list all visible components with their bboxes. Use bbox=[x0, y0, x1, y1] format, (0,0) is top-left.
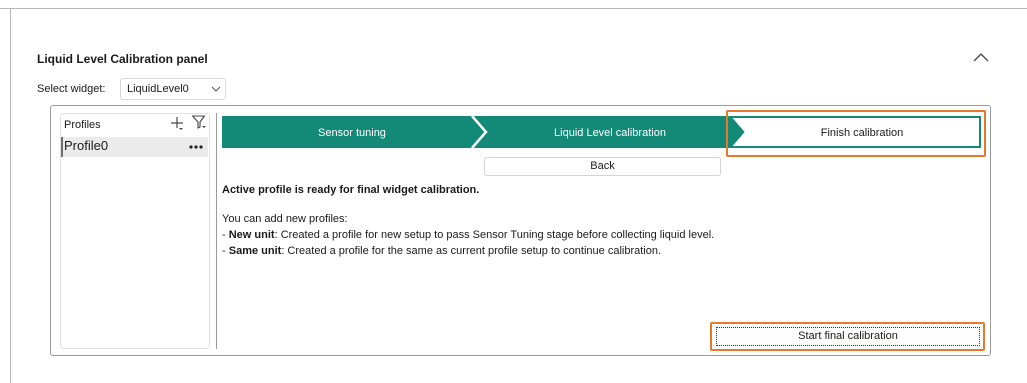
back-button[interactable]: Back bbox=[484, 157, 721, 176]
widget-select-value: LiquidLevel0 bbox=[127, 83, 189, 95]
filter-icon[interactable] bbox=[191, 114, 207, 130]
pane-divider bbox=[216, 113, 217, 349]
profile-list-item[interactable]: Profile0 bbox=[61, 137, 208, 157]
item-prefix: - bbox=[222, 245, 229, 257]
step-label-finish-calibration: Finish calibration bbox=[821, 127, 904, 139]
item-prefix: - bbox=[222, 229, 229, 241]
start-final-calibration-button[interactable]: Start final calibration bbox=[716, 327, 980, 346]
add-profile-icon[interactable] bbox=[169, 115, 185, 131]
window-frame-left bbox=[10, 8, 11, 383]
calibration-stepper: Sensor tuning Liquid Level calibration F… bbox=[222, 116, 981, 148]
status-item-new-unit: - New unit: Created a profile for new se… bbox=[222, 229, 714, 241]
item-term: Same unit bbox=[228, 245, 282, 257]
widget-select[interactable]: LiquidLevel0 bbox=[120, 78, 226, 100]
profiles-title: Profiles bbox=[64, 119, 101, 131]
chevron-down-icon bbox=[211, 86, 221, 92]
selected-marker bbox=[61, 137, 63, 157]
chevron-up-icon bbox=[973, 53, 989, 62]
item-text: : Created a profile for new setup to pas… bbox=[274, 229, 715, 241]
status-intro: You can add new profiles: bbox=[222, 213, 348, 225]
step-label-sensor-tuning: Sensor tuning bbox=[318, 127, 386, 139]
collapse-button[interactable] bbox=[970, 48, 992, 66]
window-frame-top bbox=[0, 8, 1027, 9]
item-term: New unit bbox=[228, 229, 275, 241]
status-headline: Active profile is ready for final widget… bbox=[222, 184, 480, 196]
panel-title: Liquid Level Calibration panel bbox=[37, 52, 208, 66]
more-options-icon[interactable] bbox=[189, 141, 203, 153]
step-label-liquid-level-calibration: Liquid Level calibration bbox=[554, 127, 666, 139]
item-text: : Created a profile for the same as curr… bbox=[281, 245, 662, 257]
profile-name: Profile0 bbox=[64, 138, 109, 153]
select-widget-label: Select widget: bbox=[37, 83, 106, 95]
status-item-same-unit: - Same unit: Created a profile for the s… bbox=[222, 245, 661, 257]
